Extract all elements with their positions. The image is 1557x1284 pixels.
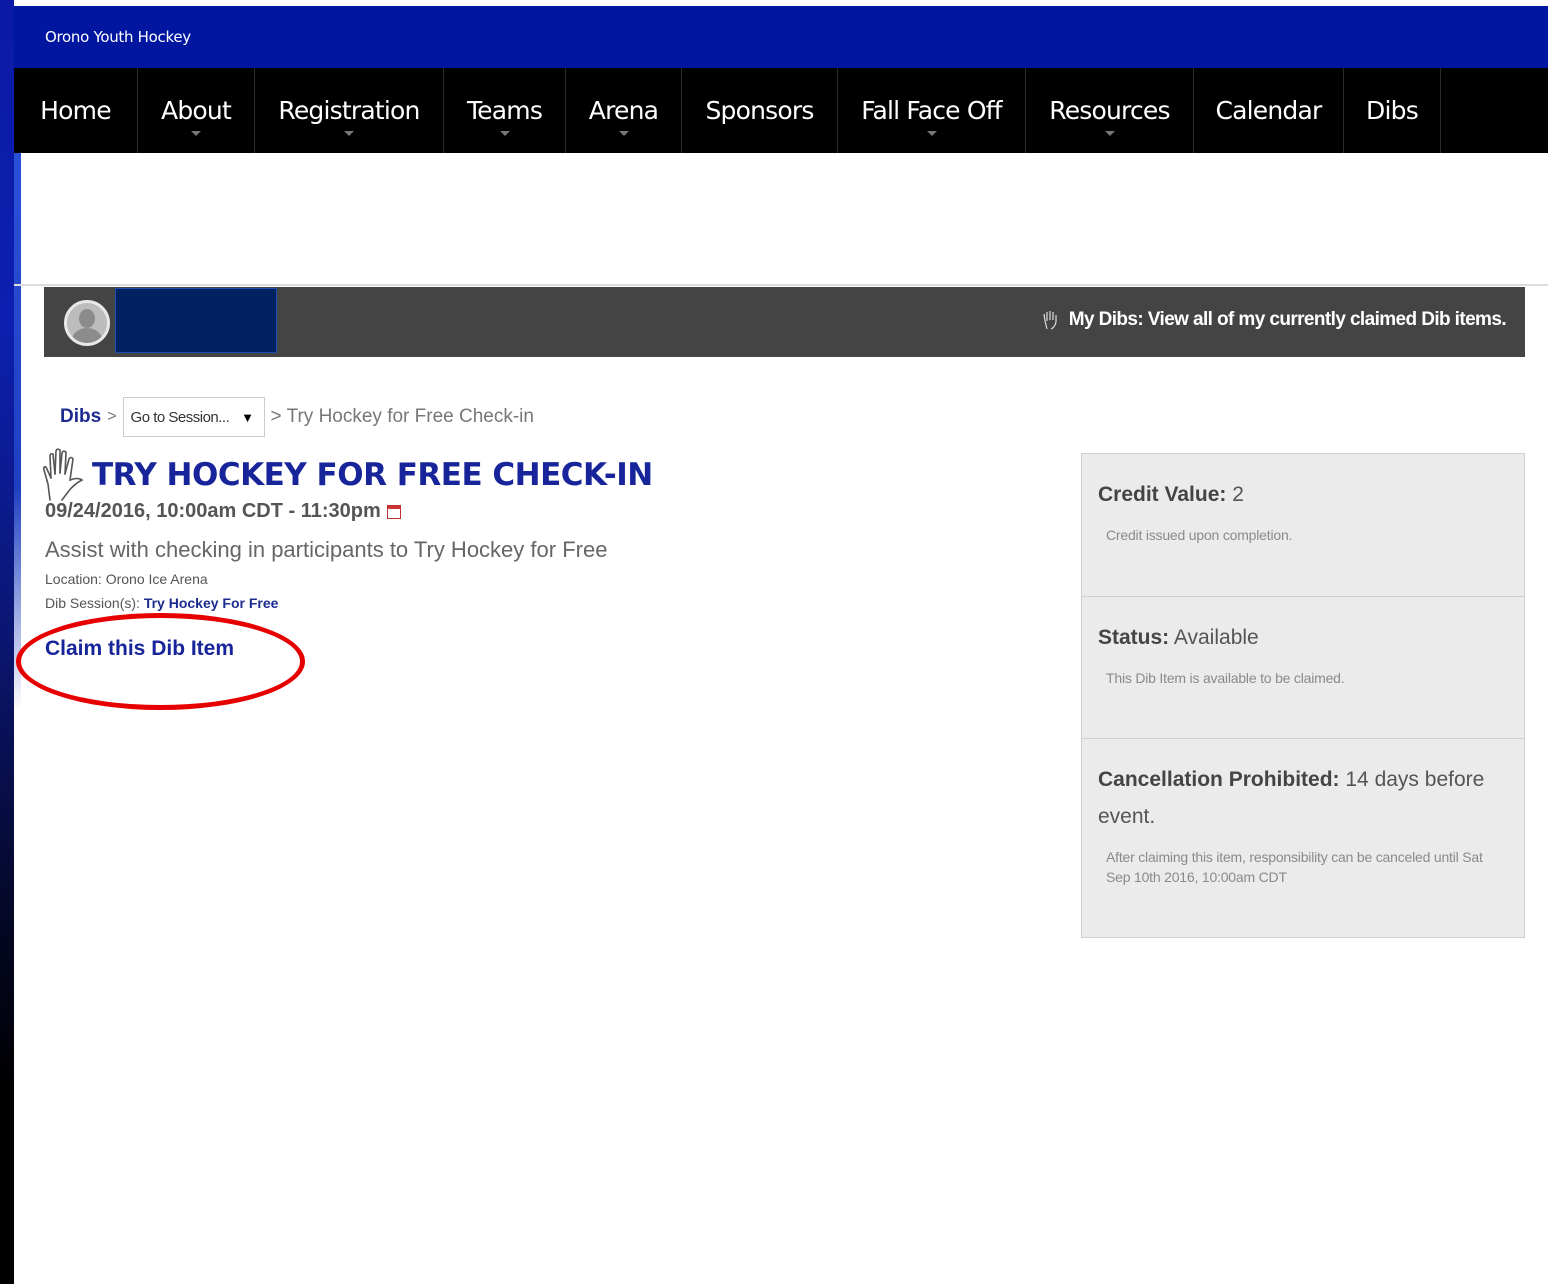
chevron-down-icon — [1104, 131, 1115, 136]
event-datetime-text: 09/24/2016, 10:00am CDT - 11:30pm — [45, 500, 381, 522]
nav-item-calendar[interactable]: Calendar — [1194, 68, 1344, 153]
item-location: Location: Orono Ice Arena — [45, 571, 208, 587]
session-select-value: Go to Session... — [130, 408, 230, 426]
nav-item-resources[interactable]: Resources — [1026, 68, 1194, 153]
nav-item-label: Calendar — [1215, 96, 1322, 125]
event-datetime: 09/24/2016, 10:00am CDT - 11:30pm — [45, 500, 401, 523]
user-bar: My Dibs: View all of my currently claime… — [44, 287, 1525, 357]
dropdown-arrow-icon: ▼ — [241, 410, 254, 425]
cancellation-section: Cancellation Prohibited: 14 days before … — [1082, 739, 1524, 937]
credit-section: Credit Value: 2 Credit issued upon compl… — [1082, 454, 1524, 597]
cancel-note: After claiming this item, responsibility… — [1106, 849, 1483, 885]
nav-item-label: Registration — [278, 96, 420, 125]
credit-label: Credit Value: — [1098, 483, 1227, 506]
status-value: Available — [1173, 626, 1259, 649]
session-link[interactable]: Try Hockey For Free — [144, 595, 279, 611]
annotation-circle — [16, 613, 305, 710]
item-session: Dib Session(s): Try Hockey For Free — [45, 595, 278, 611]
cancel-label: Cancellation Prohibited: — [1098, 768, 1340, 791]
nav-item-label: Fall Face Off — [861, 96, 1002, 125]
page-title: Try Hockey for Free Check-in — [92, 457, 653, 493]
chevron-down-icon — [618, 131, 629, 136]
section-divider — [14, 284, 1548, 286]
session-select[interactable]: Go to Session... ▼ — [122, 397, 265, 437]
nav-item-label: Sponsors — [705, 96, 814, 125]
nav-item-sponsors[interactable]: Sponsors — [682, 68, 838, 153]
my-dibs-label: My Dibs: View all of my currently claime… — [1068, 309, 1507, 330]
calendar-icon[interactable] — [386, 504, 401, 519]
main-nav: Home About Registration Teams Arena Spon… — [14, 68, 1548, 153]
nav-item-home[interactable]: Home — [14, 68, 138, 153]
breadcrumb-dibs-link[interactable]: Dibs — [60, 406, 101, 428]
nav-item-dibs[interactable]: Dibs — [1344, 68, 1441, 153]
nav-item-arena[interactable]: Arena — [566, 68, 682, 153]
nav-item-label: Dibs — [1366, 96, 1419, 125]
credit-value: 2 — [1232, 483, 1244, 506]
chevron-down-icon — [344, 131, 354, 136]
breadcrumb: Dibs > Go to Session... ▼ > Try Hockey f… — [60, 397, 534, 437]
item-description: Assist with checking in participants to … — [45, 537, 608, 562]
chevron-down-icon — [499, 131, 510, 136]
breadcrumb-current: > Try Hockey for Free Check-in — [270, 406, 534, 427]
session-label: Dib Session(s): — [45, 595, 140, 611]
info-panel: Credit Value: 2 Credit issued upon compl… — [1081, 453, 1525, 938]
claim-dib-item-link[interactable]: Claim this Dib Item — [45, 637, 234, 661]
nav-item-label: Teams — [466, 96, 543, 125]
nav-item-label: Home — [40, 96, 111, 125]
nav-item-teams[interactable]: Teams — [444, 68, 566, 153]
hand-icon — [42, 448, 84, 501]
nav-item-registration[interactable]: Registration — [255, 68, 444, 153]
hand-icon — [1043, 311, 1057, 330]
chevron-down-icon — [191, 131, 201, 136]
site-title[interactable]: Orono Youth Hockey — [45, 28, 191, 46]
credit-note: Credit issued upon completion. — [1106, 527, 1293, 543]
breadcrumb-separator: > — [107, 408, 117, 425]
nav-item-about[interactable]: About — [138, 68, 255, 153]
left-edge-strip — [0, 0, 14, 1284]
nav-item-label: Resources — [1049, 96, 1170, 125]
user-name-box[interactable] — [115, 288, 277, 353]
status-note: This Dib Item is available to be claimed… — [1106, 670, 1345, 686]
nav-item-label: Arena — [588, 96, 659, 125]
my-dibs-link[interactable]: My Dibs: View all of my currently claime… — [1041, 309, 1507, 331]
site-header: Orono Youth Hockey — [14, 6, 1548, 68]
status-label: Status: — [1098, 626, 1170, 649]
left-edge-accent — [14, 152, 21, 712]
status-section: Status: Available This Dib Item is avail… — [1082, 597, 1524, 739]
title-row: Try Hockey for Free Check-in — [40, 448, 653, 502]
chevron-down-icon — [926, 131, 937, 136]
nav-item-label: About — [161, 96, 232, 125]
nav-item-fall-face-off[interactable]: Fall Face Off — [838, 68, 1026, 153]
user-avatar-icon[interactable] — [64, 300, 110, 346]
